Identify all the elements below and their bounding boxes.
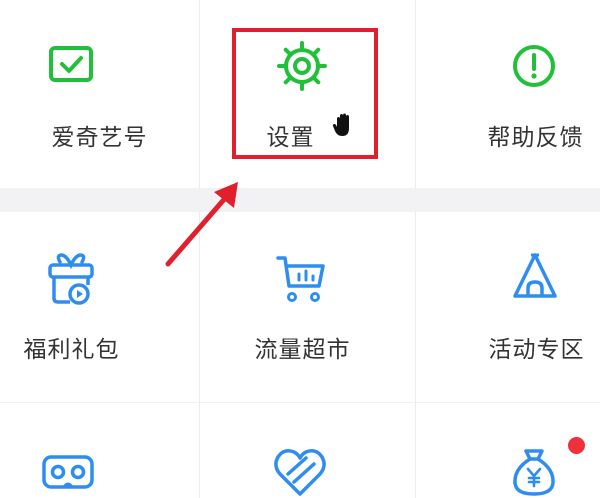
gift-icon [48,253,94,305]
screen-check-icon [49,46,93,82]
menu-item-help-feedback[interactable]: 帮助反馈 [415,0,600,188]
menu-item-favorites[interactable] [199,403,398,498]
section-gap [0,188,600,212]
menu-item-iqiyi-account[interactable]: 爱奇艺号 [0,0,199,188]
vr-goggles-icon [42,455,94,489]
menu-item-gift-pack[interactable]: 福利礼包 [0,212,199,402]
menu-item-label: 流量超市 [254,337,351,363]
menu-item-data-market[interactable]: 流量超市 [199,212,398,402]
menu-row-3 [0,403,600,498]
menu-row-2: 福利礼包 流量超市 活动专区 [0,212,600,402]
menu-item-vr[interactable] [0,403,199,498]
heart-icon [274,449,326,496]
menu-item-label: 活动专区 [488,337,585,363]
highlight-box [232,28,378,159]
menu-item-activity-zone[interactable]: 活动专区 [415,212,600,402]
menu-item-label: 帮助反馈 [487,125,584,151]
notification-badge [568,437,585,454]
shopping-cart-icon [276,256,325,302]
tent-icon [513,253,557,298]
menu-item-label: 福利礼包 [23,337,120,363]
menu-item-label: 爱奇艺号 [51,125,148,151]
money-bag-icon [513,449,555,496]
help-alert-icon [513,45,555,87]
